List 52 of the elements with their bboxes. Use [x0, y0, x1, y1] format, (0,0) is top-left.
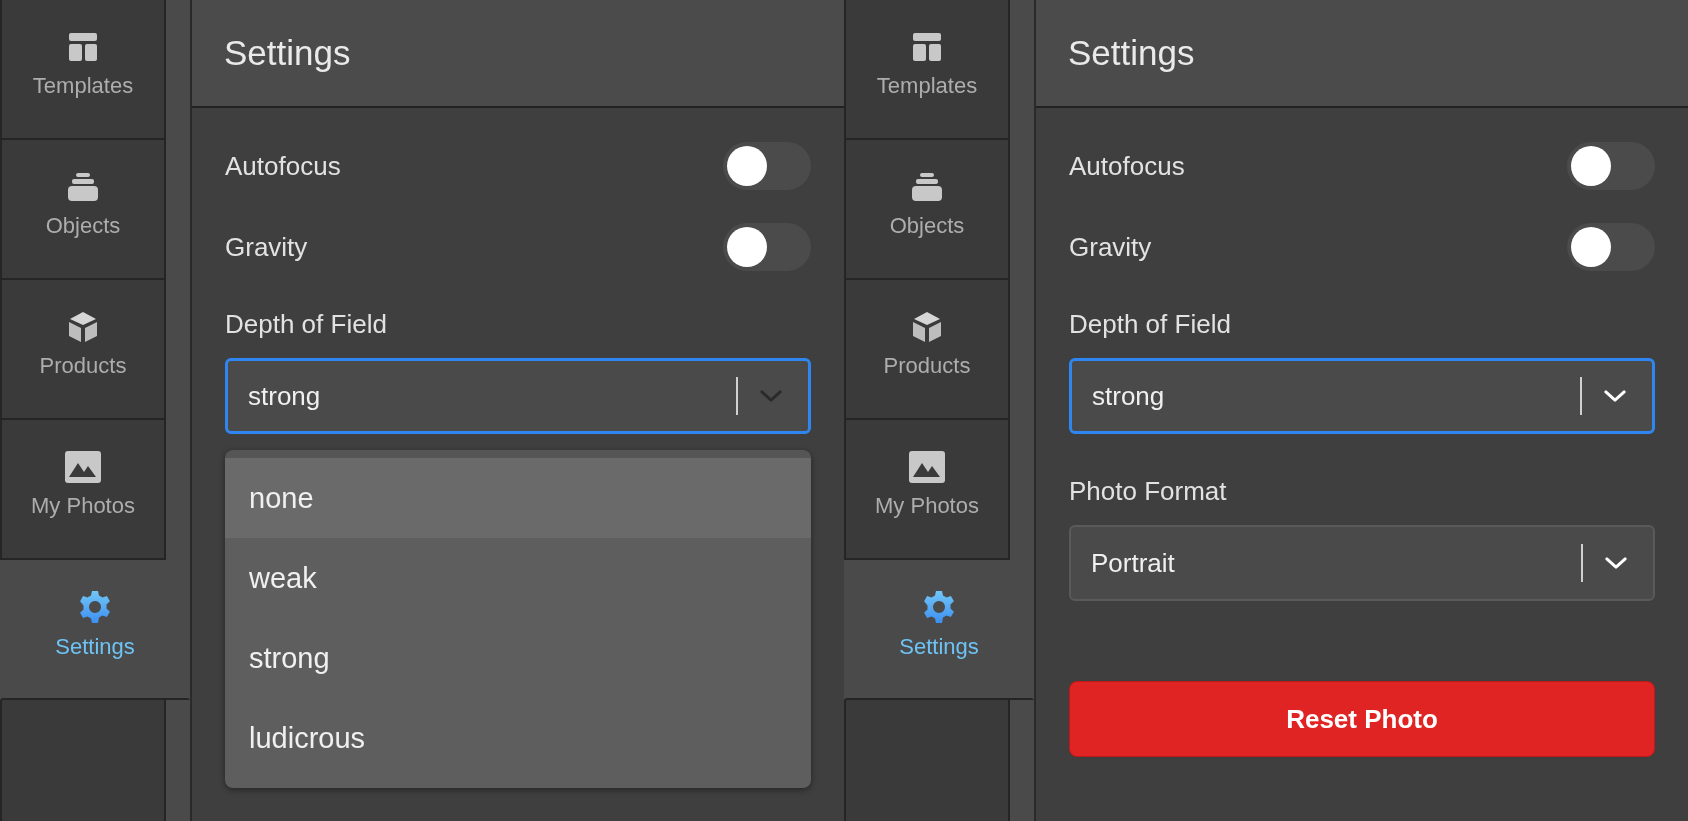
- toggle-switch[interactable]: [1567, 142, 1655, 190]
- settings-icon: [78, 590, 112, 624]
- sidebar-item[interactable]: My Photos: [0, 420, 166, 560]
- toggle-switch[interactable]: [723, 142, 811, 190]
- sidebar-label: Settings: [55, 634, 135, 660]
- cube-icon: [67, 311, 99, 343]
- sidebar-label: Objects: [45, 213, 121, 239]
- sidebar-label: Objects: [889, 213, 965, 239]
- sidebar-label: Templates: [32, 73, 134, 99]
- setting-label: Depth of Field: [225, 309, 388, 340]
- dropdown-select[interactable]: Portrait: [1069, 525, 1655, 601]
- dropdown-option[interactable]: none: [225, 458, 811, 538]
- chevron-down-icon: [1605, 556, 1627, 570]
- sidebar-item[interactable]: Templates: [0, 0, 166, 140]
- setting-label: Gravity: [1069, 231, 1152, 263]
- setting-label: Autofocus: [1069, 150, 1185, 182]
- sidebar-label: Settings: [899, 634, 979, 660]
- setting-label: Photo Format: [1069, 476, 1228, 507]
- dropdown-select[interactable]: strong: [1069, 358, 1655, 434]
- panel-title: Settings: [1068, 33, 1195, 73]
- layout-icon: [67, 31, 99, 63]
- sidebar-label: My Photos: [875, 493, 979, 519]
- sidebar-item[interactable]: Templates: [844, 0, 1010, 140]
- sidebar-label: Products: [39, 353, 127, 379]
- dropdown-option[interactable]: ludicrous: [225, 698, 811, 778]
- cube-icon: [911, 311, 943, 343]
- sidebar-label: Templates: [876, 73, 978, 99]
- sidebar-item[interactable]: Objects: [844, 140, 1010, 280]
- setting-label: Depth of Field: [1069, 309, 1232, 340]
- toggle-switch[interactable]: [723, 223, 811, 271]
- settings-icon: [922, 590, 956, 624]
- sidebar-item[interactable]: Objects: [0, 140, 166, 280]
- image-icon: [65, 451, 101, 483]
- dropdown-select[interactable]: strong: [225, 358, 811, 434]
- chevron-down-icon: [1604, 389, 1626, 403]
- chevron-down-icon: [760, 389, 782, 403]
- setting-label: Gravity: [225, 231, 308, 263]
- sidebar-item[interactable]: My Photos: [844, 420, 1010, 560]
- sidebar-label: Products: [883, 353, 971, 379]
- sidebar-item[interactable]: Products: [844, 280, 1010, 420]
- layout-icon: [911, 31, 943, 63]
- toggle-switch[interactable]: [1567, 223, 1655, 271]
- stack-icon: [911, 171, 943, 203]
- panel-title: Settings: [224, 33, 351, 73]
- sidebar-item[interactable]: Products: [0, 280, 166, 420]
- dropdown-option[interactable]: strong: [225, 618, 811, 698]
- dropdown-option[interactable]: weak: [225, 538, 811, 618]
- reset-button[interactable]: Reset Photo: [1069, 681, 1655, 757]
- setting-label: Autofocus: [225, 150, 341, 182]
- stack-icon: [67, 171, 99, 203]
- sidebar-label: My Photos: [31, 493, 135, 519]
- image-icon: [909, 451, 945, 483]
